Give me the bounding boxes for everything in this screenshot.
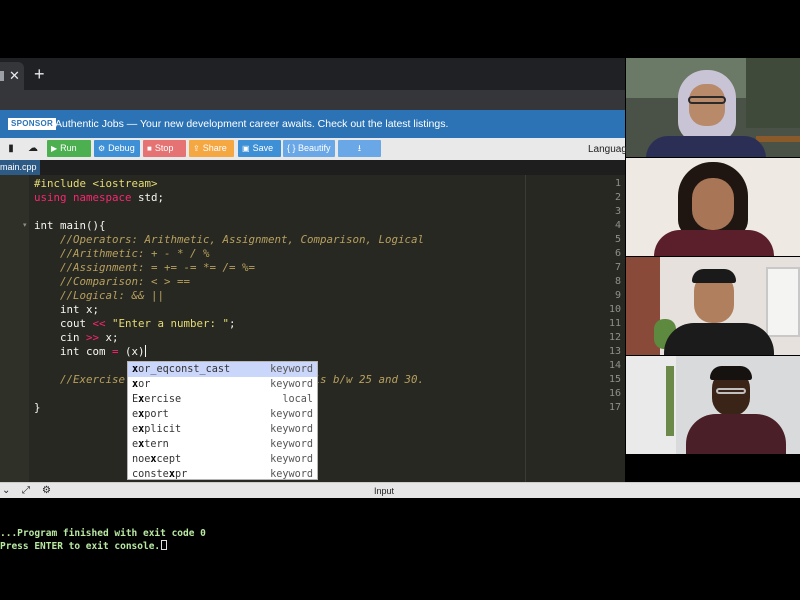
face: [689, 84, 725, 126]
shoulders: [646, 136, 766, 157]
console-line: ...Program finished with exit code 0: [0, 528, 206, 539]
glasses: [688, 96, 726, 104]
autocomplete-item[interactable]: constexpr keyword: [128, 467, 317, 482]
sponsor-banner[interactable]: SPONSOR Authentic Jobs — Your new develo…: [0, 110, 625, 138]
stop-icon: ■: [147, 144, 152, 153]
code-line: int com = (x): [34, 345, 146, 358]
code-comment: //Comparison: < > ==: [34, 275, 191, 288]
console-output[interactable]: ...Program finished with exit code 0 Pre…: [0, 498, 800, 600]
autocomplete-item[interactable]: xor_eqconst_cast keyword: [128, 362, 317, 377]
autocomplete-popup[interactable]: xor_eqconst_cast keyword xor keyword Exerc…: [127, 361, 318, 480]
video-tile-participant-4[interactable]: [626, 356, 800, 454]
play-icon: ▶: [51, 144, 58, 153]
save-button[interactable]: ▣ Save: [238, 140, 281, 157]
line-number: 14: [608, 360, 621, 371]
beautify-button[interactable]: { } Beautify: [283, 140, 335, 157]
code-line: using namespace std;: [34, 191, 165, 204]
code-line: #include <iostream>: [34, 177, 158, 190]
tree-background: [746, 58, 800, 128]
tab-close-icon[interactable]: ✕: [9, 68, 20, 84]
glasses: [716, 388, 746, 394]
debug-icon: ⚙: [98, 144, 106, 153]
line-number: 2: [614, 192, 621, 203]
code-line: }: [34, 401, 41, 414]
line-number: 4: [614, 220, 621, 231]
stop-button[interactable]: ■ Stop: [143, 140, 186, 157]
expand-icon[interactable]: ⤢: [22, 484, 30, 498]
debug-button[interactable]: ⚙ Debug: [94, 140, 140, 157]
code-comment: //Assignment: = += -= *= /= %=: [34, 261, 256, 274]
line-number: 10: [608, 304, 621, 315]
autocomplete-item[interactable]: xor keyword: [128, 377, 317, 392]
code-line: int main(){: [34, 219, 106, 232]
file-icon[interactable]: ▮: [2, 141, 20, 156]
screen: ✕ + SPONSOR Authentic Jobs — Your new de…: [0, 0, 800, 600]
upload-icon[interactable]: ☁: [24, 141, 42, 156]
new-tab-icon[interactable]: +: [34, 65, 45, 83]
run-button[interactable]: ▶ Run: [47, 140, 91, 157]
browser-tab[interactable]: ✕: [0, 62, 24, 90]
shoulders: [664, 323, 774, 355]
share-icon: ⇪: [193, 144, 200, 153]
line-number: 12: [608, 332, 621, 343]
settings-icon[interactable]: ⚙: [42, 484, 51, 498]
chevron-down-icon[interactable]: ⌄: [2, 484, 10, 498]
code-line: cout << "Enter a number: ";: [34, 317, 236, 330]
code-line: cin >> x;: [34, 331, 119, 344]
editor-toolbar: ▮ ☁ ▶ Run ⚙ Debug ■ Stop ⇪ Share ▣ Save { } B…: [0, 138, 627, 160]
line-number: 9: [614, 290, 621, 301]
line-number: 1: [614, 178, 621, 189]
code-line: int x;: [34, 303, 100, 316]
line-number: 8: [614, 276, 621, 287]
hair: [692, 269, 736, 283]
window: [766, 267, 800, 337]
video-tile-participant-3[interactable]: [626, 257, 800, 355]
autocomplete-item[interactable]: explicit keyword: [128, 422, 317, 437]
shelf: [756, 136, 800, 142]
file-tab-row: main.cpp: [0, 160, 625, 175]
plant-vine: [666, 366, 674, 436]
line-number: 3: [614, 206, 621, 217]
sweater: [686, 414, 786, 454]
download-icon: ⭳: [357, 143, 362, 153]
fold-arrow-icon[interactable]: ▾: [23, 219, 27, 233]
sponsor-text[interactable]: Authentic Jobs — Your new development ca…: [55, 117, 448, 131]
video-tile-participant-2[interactable]: [626, 158, 800, 256]
autocomplete-item[interactable]: extern keyword: [128, 437, 317, 452]
face: [692, 178, 734, 230]
console-toolbar: ⌄ ⤢ ⚙ Input: [0, 482, 800, 498]
tab-favicon: [0, 71, 4, 81]
console-cursor: [161, 540, 168, 550]
browser-address-area: [0, 90, 625, 110]
console-line: Press ENTER to exit console.: [0, 540, 168, 553]
hair: [710, 366, 752, 380]
download-button[interactable]: ⭳: [338, 140, 381, 157]
code-comment: //Logical: && ||: [34, 289, 165, 302]
line-number: 16: [608, 388, 621, 399]
code-comment: //Arithmetic: + - * / %: [34, 247, 210, 260]
video-tile-participant-1[interactable]: [626, 58, 800, 157]
shoulders: [654, 230, 774, 256]
line-number: 17: [608, 402, 621, 413]
input-label[interactable]: Input: [374, 485, 394, 497]
autocomplete-item[interactable]: export keyword: [128, 407, 317, 422]
browser-tab-strip: ✕ +: [0, 58, 625, 90]
autocomplete-item[interactable]: Exercise local: [128, 392, 317, 407]
autocomplete-item[interactable]: noexcept keyword: [128, 452, 317, 467]
line-number: 13: [608, 346, 621, 357]
line-number: 5: [614, 234, 621, 245]
line-number: 15: [608, 374, 621, 385]
text-cursor: [144, 345, 146, 357]
code-comment: //Operators: Arithmetic, Assignment, Com…: [34, 233, 425, 246]
share-button[interactable]: ⇪ Share: [189, 140, 234, 157]
language-selector[interactable]: Languag: [588, 143, 627, 156]
line-number: 6: [614, 248, 621, 259]
save-icon: ▣: [242, 144, 250, 153]
line-number: 11: [608, 318, 621, 329]
line-number: 7: [614, 262, 621, 273]
sponsor-badge: SPONSOR: [8, 118, 57, 130]
file-tab-main-cpp[interactable]: main.cpp: [0, 160, 40, 175]
